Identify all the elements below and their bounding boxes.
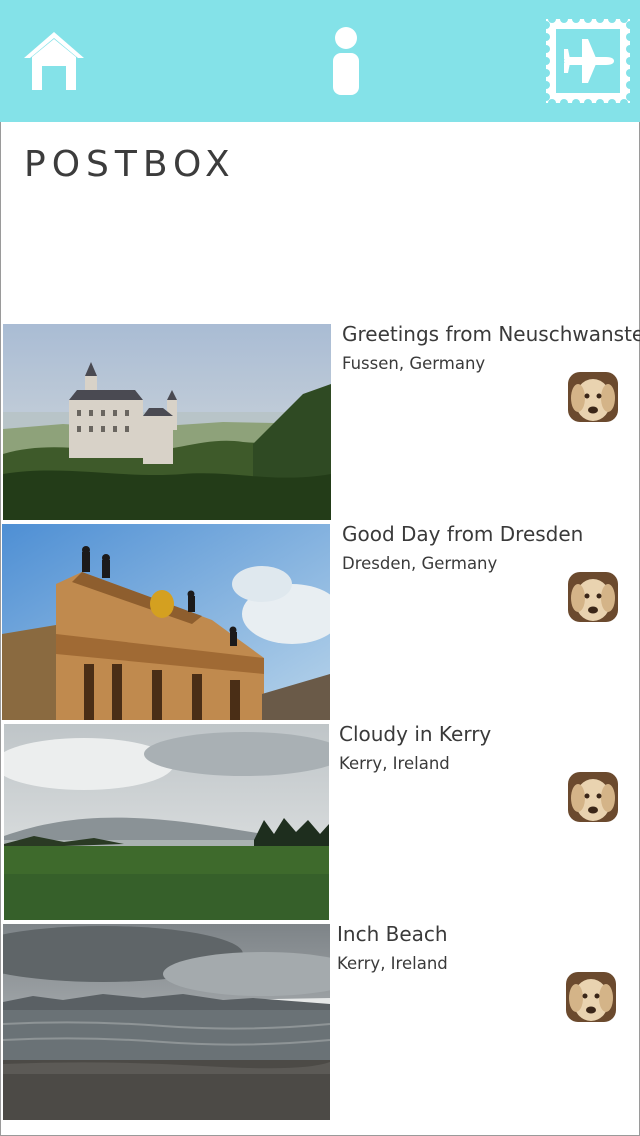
sender-avatar[interactable] (568, 772, 618, 822)
postcard-location: Kerry, Ireland (337, 954, 448, 973)
beach-photo (3, 924, 330, 1120)
postcard-location: Fussen, Germany (342, 354, 486, 373)
page-title: POSTBOX (24, 144, 236, 185)
postcard-item[interactable]: Inch Beach Kerry, Ireland (0, 922, 640, 1120)
sender-avatar[interactable] (568, 372, 618, 422)
postcard-item[interactable]: Greetings from Neuschwanstein Fussen, Ge… (0, 322, 640, 520)
info-button[interactable] (304, 16, 388, 106)
postcard-item[interactable]: Cloudy in Kerry Kerry, Ireland (0, 722, 640, 920)
castle-photo (3, 324, 331, 520)
airmail-button[interactable] (546, 16, 630, 106)
left-border (0, 122, 1, 320)
field-photo (4, 724, 329, 920)
palace-photo (2, 524, 330, 720)
postcard-title: Cloudy in Kerry (339, 722, 492, 746)
sender-avatar[interactable] (568, 572, 618, 622)
top-nav-bar (0, 0, 640, 122)
postcard-location: Kerry, Ireland (339, 754, 450, 773)
postcard-title: Greetings from Neuschwanstein (342, 322, 640, 346)
home-icon (24, 32, 84, 90)
info-icon (333, 27, 359, 95)
postcard-title: Inch Beach (337, 922, 448, 946)
postcard-location: Dresden, Germany (342, 554, 498, 573)
postcard-title: Good Day from Dresden (342, 522, 584, 546)
home-button[interactable] (12, 16, 96, 106)
postcard-item[interactable]: Good Day from Dresden Dresden, Germany (0, 522, 640, 720)
airmail-stamp-icon (546, 19, 630, 103)
sender-avatar[interactable] (566, 972, 616, 1022)
